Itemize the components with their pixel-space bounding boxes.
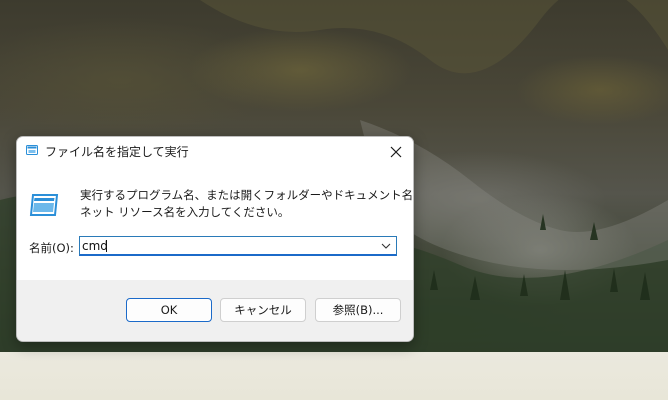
browse-button[interactable]: 参照(B)... (315, 298, 401, 322)
cancel-button[interactable]: キャンセル (220, 298, 306, 322)
dialog-footer: OK キャンセル 参照(B)... (17, 280, 413, 341)
run-icon (29, 194, 59, 216)
close-icon (390, 146, 402, 158)
dropdown-button[interactable] (378, 237, 394, 255)
run-icon (26, 145, 38, 155)
dialog-description: 実行するプログラム名、または開くフォルダーやドキュメント名、インター ネット リ… (80, 187, 414, 221)
desktop-bottom-area (0, 352, 668, 400)
dialog-title: ファイル名を指定して実行 (45, 145, 189, 159)
ok-button[interactable]: OK (126, 298, 212, 322)
description-line: ネット リソース名を入力してください。 (80, 205, 290, 219)
close-button[interactable] (383, 139, 409, 165)
dialog-titlebar[interactable]: ファイル名を指定して実行 (17, 137, 413, 166)
run-dialog: ファイル名を指定して実行 実行するプログラム名、または開くフォルダーやドキュメン… (16, 136, 414, 342)
open-input[interactable] (82, 237, 372, 255)
dialog-content: 実行するプログラム名、または開くフォルダーやドキュメント名、インター ネット リ… (17, 166, 413, 280)
description-line: 実行するプログラム名、または開くフォルダーやドキュメント名、インター (80, 188, 414, 202)
open-label: 名前(O): (29, 241, 74, 255)
chevron-down-icon (381, 243, 391, 249)
text-caret (106, 240, 107, 252)
open-combobox[interactable] (79, 236, 397, 256)
